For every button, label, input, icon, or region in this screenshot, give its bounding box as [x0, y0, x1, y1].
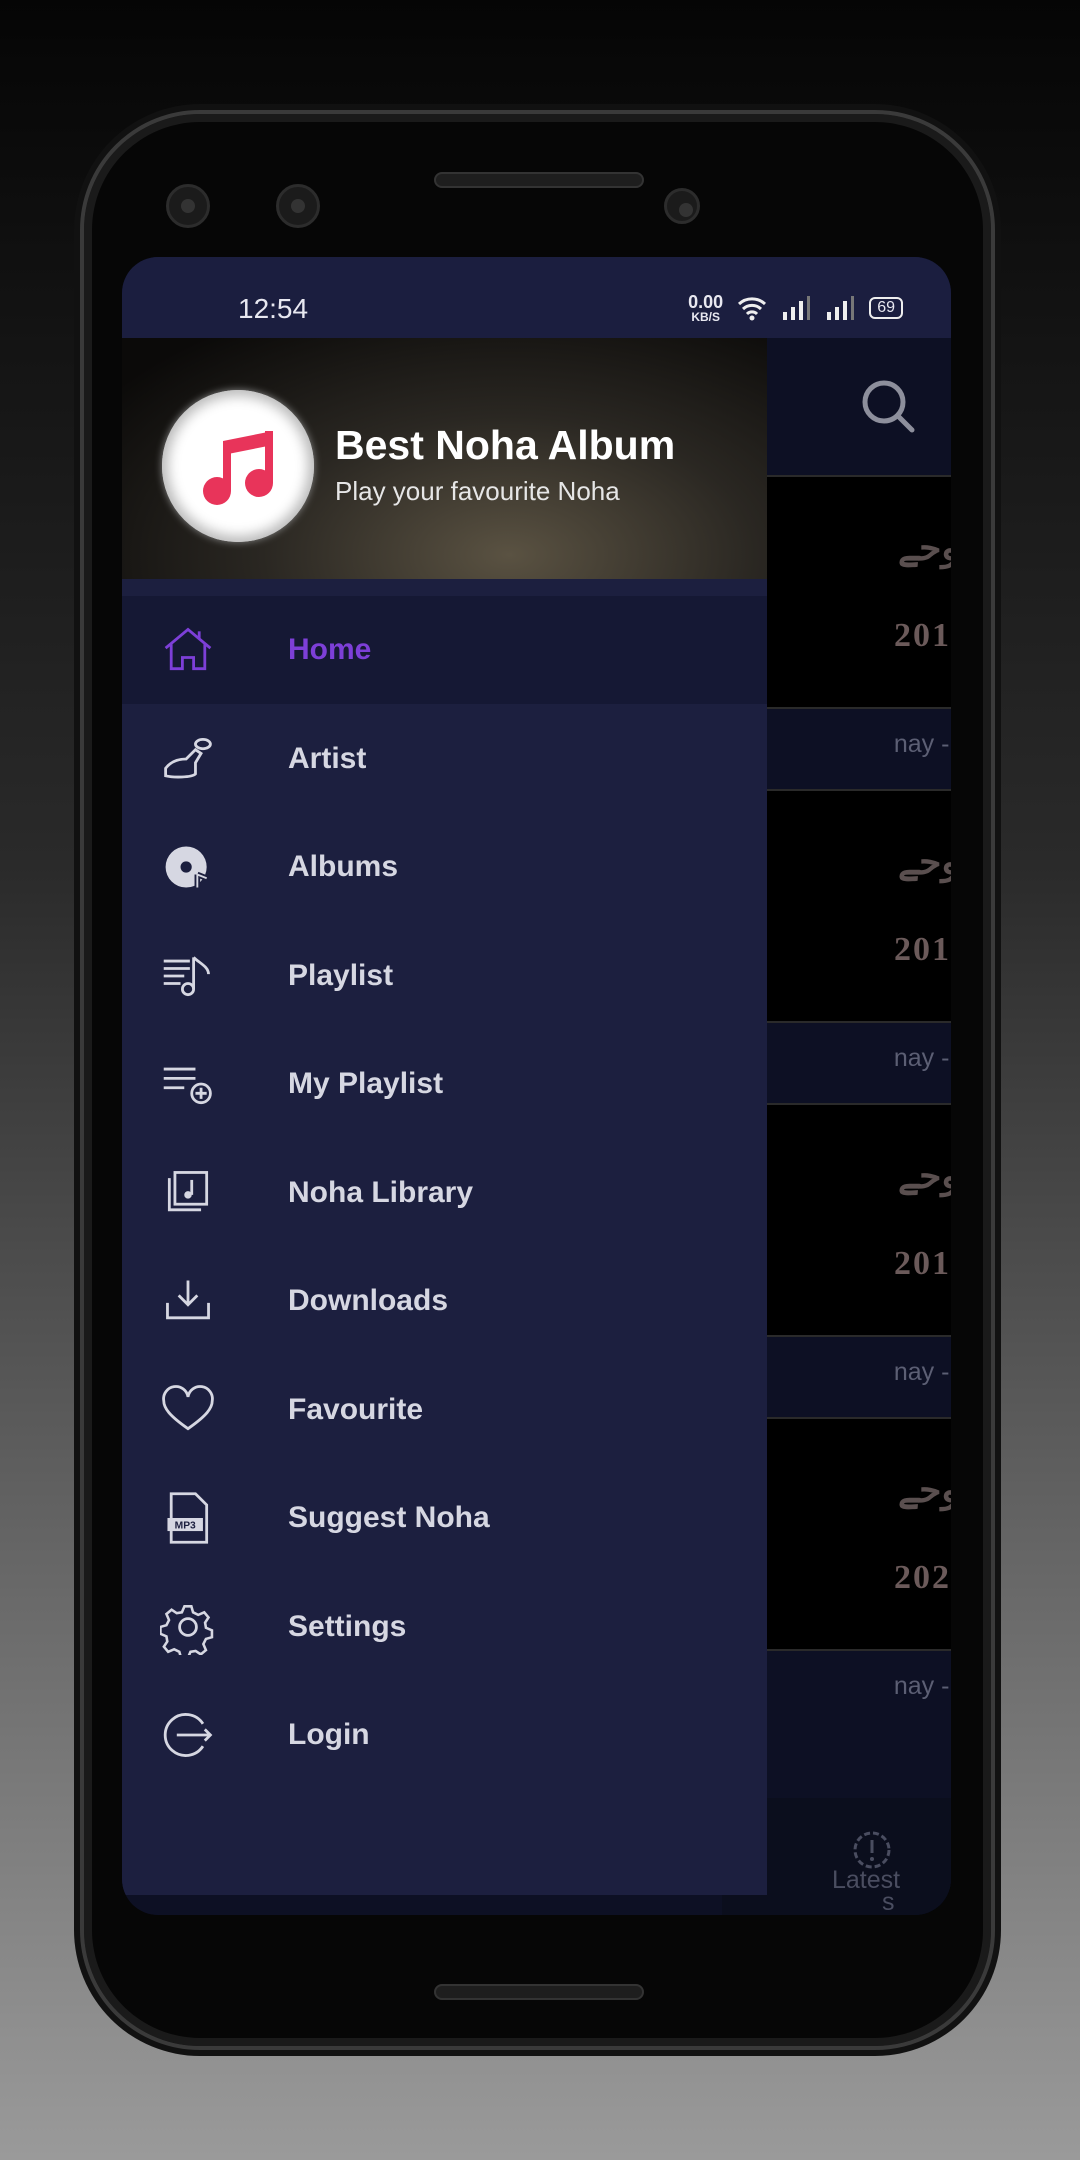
- download-icon: [158, 1271, 218, 1331]
- playlist-icon: [158, 946, 218, 1006]
- drawer-item-label: Favourite: [288, 1392, 424, 1426]
- album-cover-text: نوحے: [898, 528, 951, 568]
- bottom-speaker: [434, 1984, 644, 2000]
- search-icon[interactable]: [860, 378, 916, 434]
- cover-decoration: [950, 477, 951, 517]
- net-speed: 0.00: [688, 292, 724, 312]
- proximity-sensor: [664, 188, 700, 224]
- drawer-item-downloads[interactable]: Downloads: [122, 1247, 767, 1355]
- drawer-item-noha-library[interactable]: Noha Library: [122, 1139, 767, 1247]
- drawer-subtitle: Play your favourite Noha: [335, 476, 620, 506]
- drawer-item-label: Login: [288, 1718, 370, 1751]
- cover-decoration: [950, 1419, 951, 1459]
- drawer-item-playlist[interactable]: Playlist: [122, 922, 767, 1030]
- signal-icon: [783, 296, 811, 320]
- mp3-file-icon: MP3: [158, 1488, 218, 1548]
- music-note-icon: [203, 431, 273, 505]
- drawer-item-label: Albums: [288, 850, 399, 883]
- wifi-icon: [738, 297, 767, 321]
- drawer-item-artist[interactable]: Artist: [122, 705, 767, 813]
- app-logo: [162, 390, 314, 542]
- svg-text:MP3: MP3: [175, 1520, 196, 1531]
- status-bar: 12:54 0.00 KB/S 69: [122, 257, 951, 338]
- drawer-header: Best Noha Album Play your favourite Noha: [122, 338, 767, 579]
- drawer-item-my-playlist[interactable]: My Playlist: [122, 1030, 767, 1138]
- status-time: 12:54: [238, 293, 309, 324]
- album-cover-year: 2015: [894, 931, 951, 968]
- playlist-add-icon: [158, 1054, 218, 1114]
- front-camera: [166, 184, 210, 228]
- login-icon: [158, 1705, 218, 1765]
- cover-decoration: [950, 1105, 951, 1145]
- drawer-item-albums[interactable]: Albums: [122, 813, 767, 921]
- drawer-item-label: Downloads: [288, 1284, 449, 1317]
- album-cover-year: 2012: [894, 617, 951, 654]
- drawer-item-label: Noha Library: [288, 1175, 474, 1209]
- drawer-item-label: My Playlist: [288, 1067, 444, 1100]
- drawer-item-label: Settings: [288, 1609, 407, 1643]
- gear-icon: [158, 1597, 218, 1657]
- heart-icon: [158, 1380, 218, 1440]
- signal-icon-2: [827, 296, 855, 320]
- drawer-item-label: Playlist: [288, 958, 394, 992]
- album-cover-text: نوحے: [898, 1156, 951, 1196]
- album-cover-text: نوحے: [898, 842, 951, 882]
- cover-decoration: [950, 791, 951, 831]
- home-icon: [158, 620, 218, 680]
- library-icon: [158, 1163, 218, 1223]
- drawer-item-label: Suggest Noha: [288, 1501, 490, 1534]
- artist-icon: [158, 729, 218, 789]
- nav-latest[interactable]: Latest: [832, 1866, 900, 1895]
- drawer-item-suggest-noha[interactable]: MP3 Suggest Noha: [122, 1464, 767, 1572]
- drawer-item-label: Artist: [288, 741, 367, 775]
- drawer-item-settings[interactable]: Settings: [122, 1573, 767, 1681]
- screen: 12:54 0.00 KB/S 69 نوحے2012nay - 2012نوح…: [122, 257, 951, 1915]
- drawer-item-favourite[interactable]: Favourite: [122, 1356, 767, 1464]
- navigation-drawer: Best Noha Album Play your favourite Noha…: [122, 338, 767, 1895]
- drawer-item-home[interactable]: Home: [122, 596, 767, 704]
- album-cover-year: 2021: [894, 1559, 951, 1596]
- front-sensor: [276, 184, 320, 228]
- net-unit: KB/S: [691, 310, 721, 324]
- earpiece: [434, 172, 644, 188]
- album-disc-icon: [158, 837, 218, 897]
- drawer-title: Best Noha Album: [335, 422, 676, 468]
- drawer-item-login[interactable]: Login: [122, 1681, 767, 1789]
- album-cover-year: 2018: [894, 1245, 951, 1282]
- battery-icon: 69: [869, 297, 903, 319]
- album-cover-text: نوحے: [898, 1470, 951, 1510]
- drawer-item-label: Home: [288, 633, 372, 666]
